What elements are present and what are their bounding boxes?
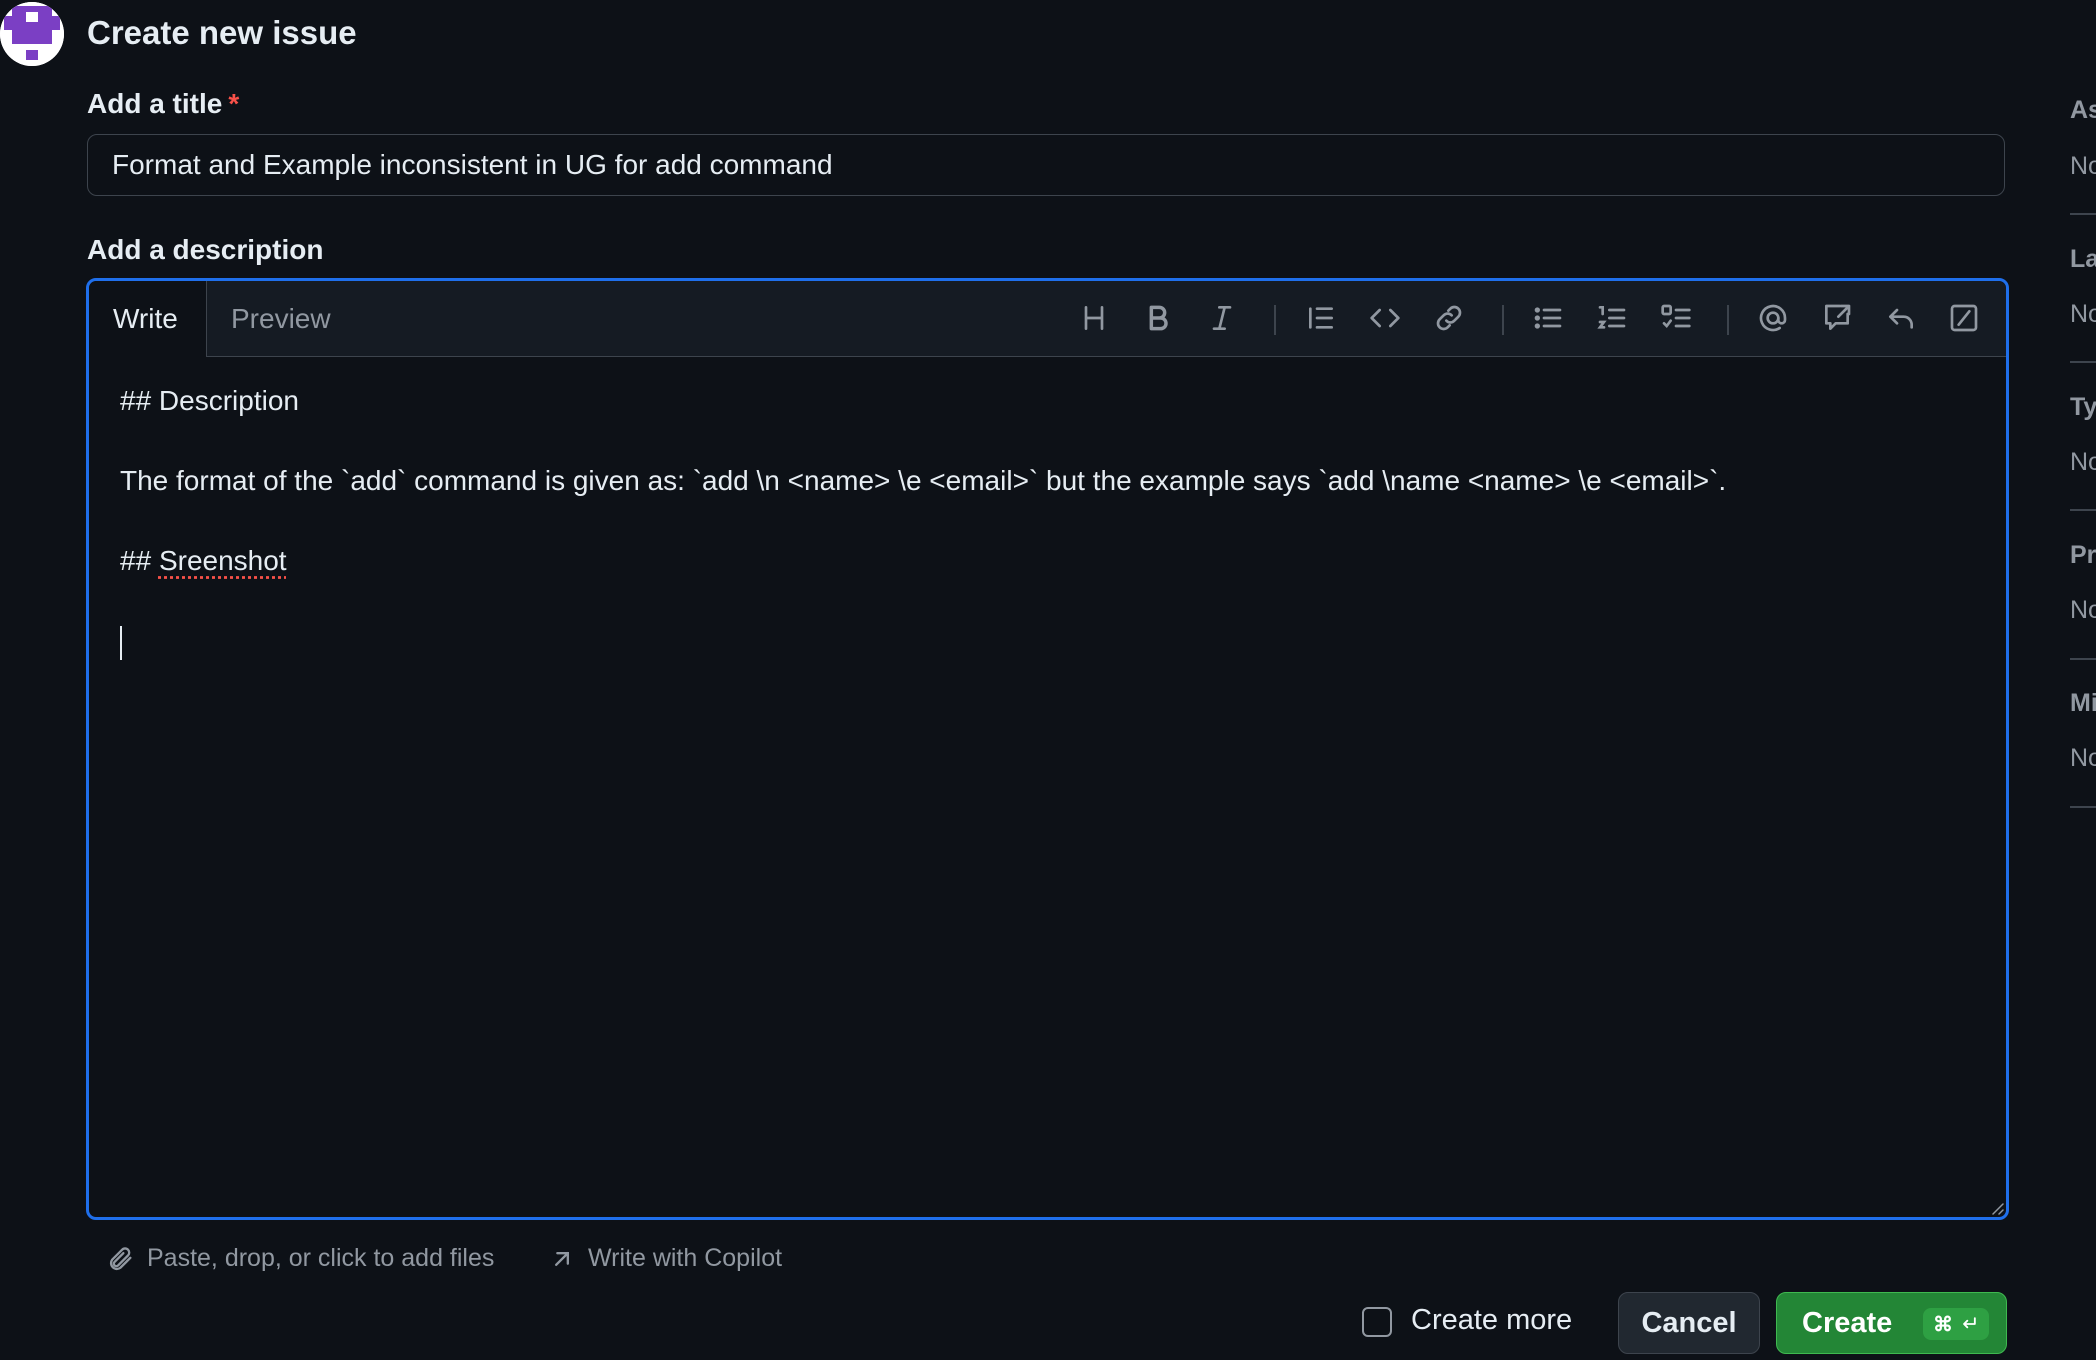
ordered-list-icon[interactable] <box>1589 295 1635 341</box>
arrow-up-right-icon <box>555 1251 569 1266</box>
description-line: The format of the `add` command is given… <box>120 465 1727 496</box>
misspelled-word: Sreenshot <box>158 545 287 576</box>
tab-write[interactable]: Write <box>89 281 207 357</box>
text-cursor-line <box>120 621 1976 661</box>
sidebar-divider <box>2070 213 2096 215</box>
unordered-list-icon[interactable] <box>1525 295 1571 341</box>
title-label: Add a title * <box>87 88 239 120</box>
description-editor[interactable]: Write Preview ## Description The format … <box>86 278 2009 1220</box>
sidebar-divider <box>2070 361 2096 363</box>
sidebar-assignees-value: No <box>2070 152 2096 180</box>
description-line: ## Sreenshot <box>120 541 1976 581</box>
text-cursor <box>120 625 122 660</box>
sidebar-milestone-label[interactable]: Mi <box>2070 689 2096 718</box>
link-icon[interactable] <box>1426 295 1472 341</box>
sidebar-type-value: No <box>2070 448 2096 476</box>
write-with-copilot-link[interactable]: Write with Copilot <box>548 1244 782 1273</box>
sidebar-divider <box>2070 658 2096 660</box>
page-title: Create new issue <box>87 14 357 51</box>
keyboard-shortcut: ⌘ <box>1923 1308 1989 1340</box>
create-more-label[interactable]: Create more <box>1411 1304 1572 1337</box>
editor-toolbar: Write Preview <box>89 281 2006 357</box>
reference-icon[interactable] <box>1814 295 1860 341</box>
tab-preview[interactable]: Preview <box>207 281 355 357</box>
description-line: ## Description <box>120 385 299 416</box>
task-list-icon[interactable] <box>1653 295 1699 341</box>
create-button[interactable]: Create ⌘ <box>1776 1292 2007 1354</box>
title-label-text: Add a title <box>87 88 223 119</box>
saved-replies-icon[interactable] <box>1878 295 1924 341</box>
mention-icon[interactable] <box>1750 295 1796 341</box>
attach-files-link[interactable]: Paste, drop, or click to add files <box>107 1244 494 1273</box>
attach-files-label: Paste, drop, or click to add files <box>147 1244 495 1272</box>
create-more-checkbox[interactable] <box>1362 1307 1392 1337</box>
sidebar-assignees-label[interactable]: As <box>2070 96 2096 125</box>
title-input[interactable]: Format and Example inconsistent in UG fo… <box>87 134 2005 196</box>
sidebar-type-label[interactable]: Ty <box>2070 393 2096 422</box>
sidebar-projects-label[interactable]: Pr <box>2070 541 2096 570</box>
paperclip-icon <box>109 1246 132 1270</box>
toolbar-divider <box>1727 305 1729 335</box>
resize-handle-icon[interactable] <box>1988 1199 2004 1215</box>
copilot-label: Write with Copilot <box>588 1244 783 1272</box>
code-icon[interactable] <box>1362 295 1408 341</box>
italic-icon[interactable] <box>1199 295 1245 341</box>
toolbar-divider <box>1502 305 1504 335</box>
create-button-label: Create <box>1802 1306 1893 1339</box>
avatar-identicon <box>0 2 64 66</box>
return-key-icon <box>1963 1317 1976 1329</box>
heading-icon[interactable] <box>1071 295 1117 341</box>
command-key-icon: ⌘ <box>1933 1313 1953 1336</box>
quote-icon[interactable] <box>1298 295 1344 341</box>
slash-commands-icon[interactable] <box>1941 295 1987 341</box>
heading-marker: ## <box>120 545 159 576</box>
cancel-button[interactable]: Cancel <box>1618 1292 1760 1354</box>
description-textarea[interactable]: ## Description The format of the `add` c… <box>120 381 1976 661</box>
sidebar-divider <box>2070 806 2096 808</box>
title-input-value: Format and Example inconsistent in UG fo… <box>112 149 833 180</box>
sidebar-divider <box>2070 509 2096 511</box>
toolbar-divider <box>1274 305 1276 335</box>
required-marker: * <box>228 88 240 119</box>
avatar <box>0 2 64 66</box>
sidebar-labels-label[interactable]: La <box>2070 245 2096 274</box>
bold-icon[interactable] <box>1135 295 1181 341</box>
sidebar-labels-value: No <box>2070 300 2096 328</box>
sidebar-projects-value: No <box>2070 596 2096 624</box>
sidebar-milestone-value: No <box>2070 744 2096 772</box>
description-label: Add a description <box>87 234 324 265</box>
